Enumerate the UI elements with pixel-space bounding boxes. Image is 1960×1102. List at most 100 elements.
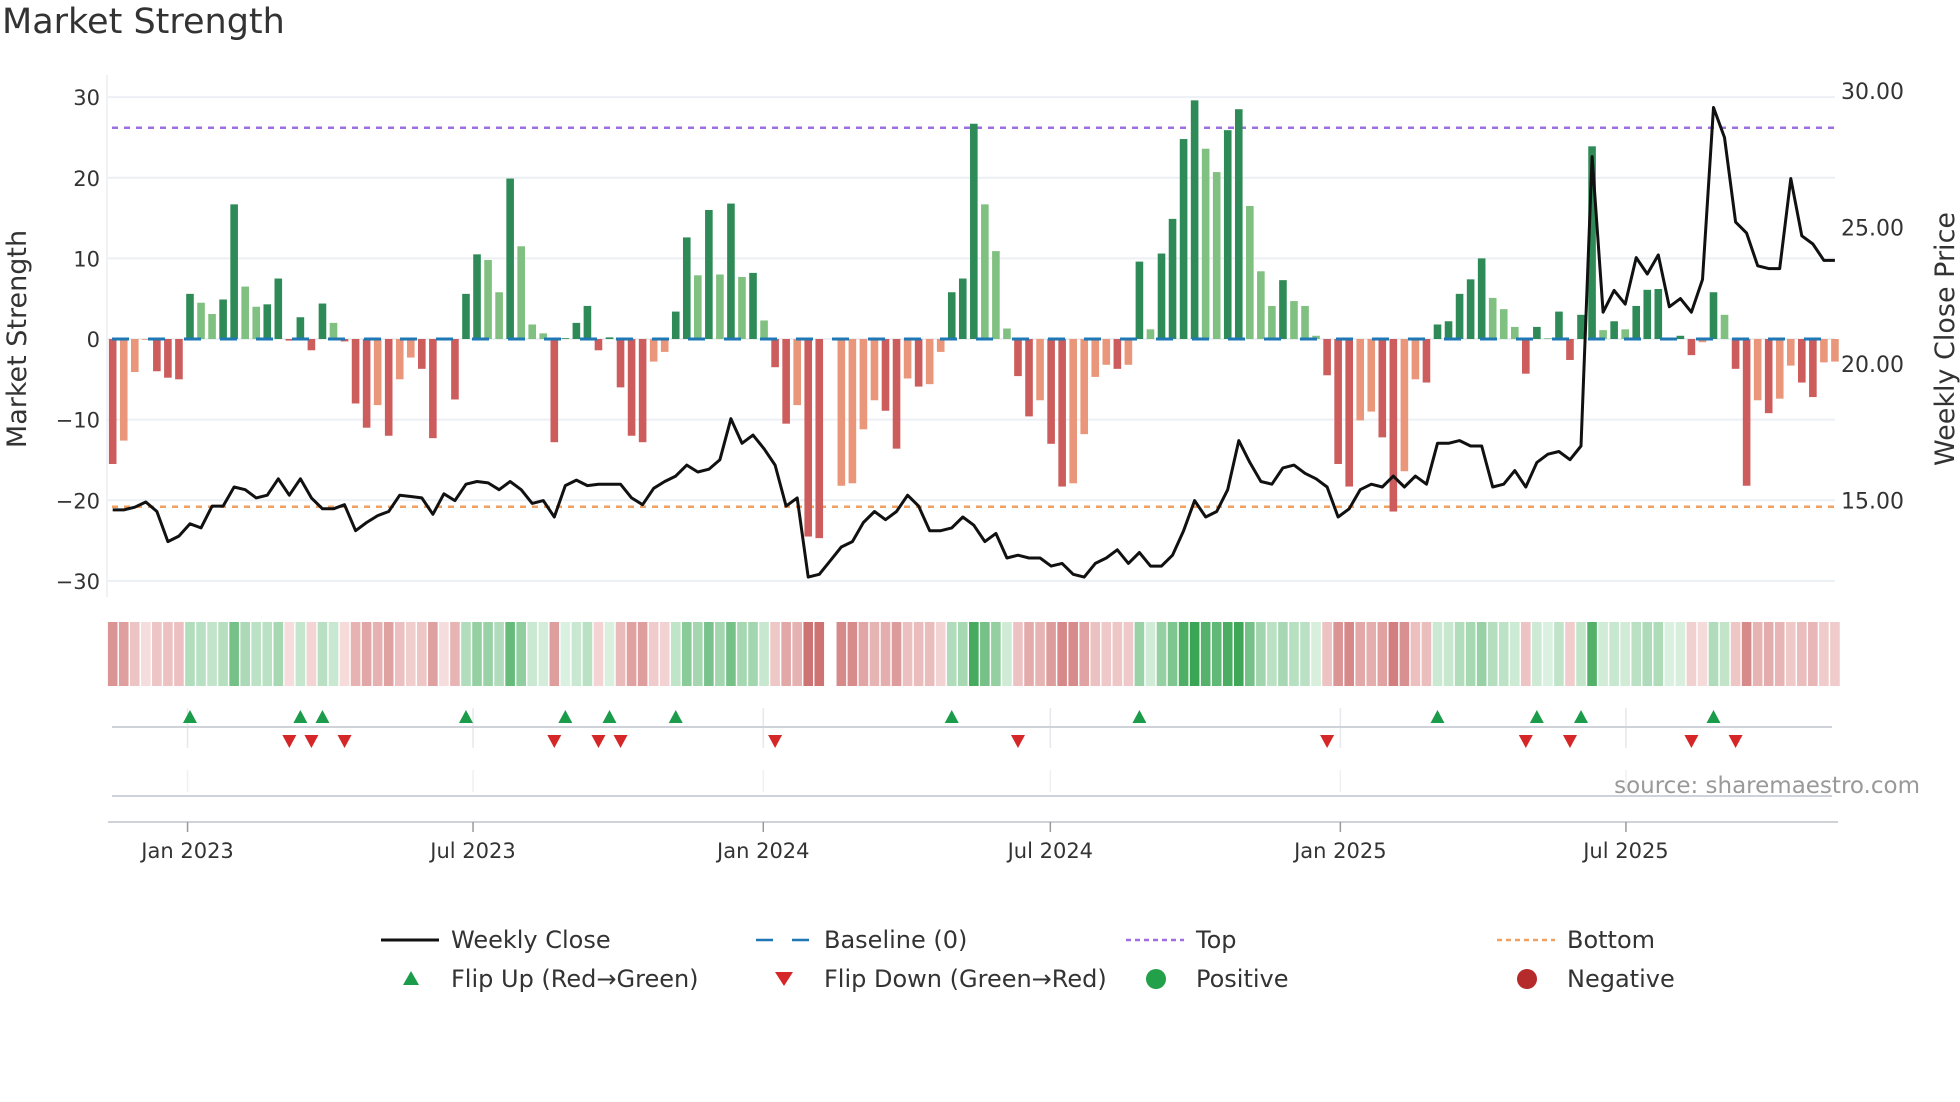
strength-bar [1367,339,1376,412]
strength-bar [119,339,128,441]
strength-bar [716,274,724,339]
y-tick-label: 10 [73,247,100,271]
strength-bar [208,314,216,339]
strength-strip-cell [1752,622,1763,686]
strength-bar [1643,289,1652,339]
bottom-swatch-icon [1497,938,1555,942]
strength-strip-cell [1697,622,1708,686]
strength-bar [362,339,371,428]
strength-bar [1809,339,1817,398]
strength-strip-cell [935,622,946,686]
flip-up-marker [558,710,573,723]
strength-bar [1025,339,1033,417]
strength-bar [451,339,459,400]
strength-bar [738,276,746,339]
strength-bar [605,337,614,339]
strength-strip-cell [1432,622,1443,686]
strength-strip-cell [383,622,394,686]
flip-down-marker [1562,735,1577,748]
strength-bar [1466,279,1475,339]
strength-bar [1223,130,1232,339]
strength-bar [230,204,238,339]
strength-strip-cell [1046,622,1056,686]
strength-strip-cell [1808,622,1818,686]
strength-strip-cell [372,622,383,686]
strength-strip-cell [1554,622,1564,686]
legend-label: Baseline (0) [824,926,968,954]
strength-bar [1124,339,1133,365]
strength-strip-cell [1256,622,1266,686]
strength-strip-cell [516,622,526,686]
strength-strip-cell [604,622,615,686]
flip-up-swatch-icon [403,971,419,985]
strength-strip-cell [1476,622,1487,686]
legend-label: Top [1196,926,1237,954]
legend-label: Flip Up (Red→Green) [451,965,699,993]
strength-bar [1301,305,1309,339]
strength-strip-cell [1741,622,1752,686]
strength-strip-cell [637,622,648,686]
y-tick-label: 30 [73,86,100,110]
strength-bar [1786,339,1795,366]
strength-strip-cell [361,622,372,686]
strength-strip-cell [129,622,140,686]
strength-bar [1654,289,1663,339]
flip-down-marker [337,735,352,748]
y-tick-label: 20 [73,167,100,191]
strength-bar [1047,339,1055,444]
strength-strip-cell [505,622,515,686]
strength-bar [970,123,978,339]
strength-bar [815,339,824,539]
y-right-tick-label: 25.00 [1841,217,1904,242]
strength-strip-cell [924,622,935,686]
strength-bar [1356,339,1365,421]
strength-bar [1234,109,1243,339]
flip-down-marker [1010,735,1025,748]
legend-label: Positive [1196,965,1289,993]
strength-strip-cell [1233,622,1244,686]
strength-bar [727,203,735,339]
strength-bar [682,237,691,339]
strength-bar [318,303,327,339]
strength-bar [981,204,989,339]
flip-down-marker [591,735,606,748]
strength-bar [153,339,161,372]
strength-bar [1268,305,1276,339]
strength-strip-cell [1134,622,1145,686]
strength-bar [782,339,790,424]
strength-bar [1687,339,1696,356]
strength-strip-cell [1278,622,1288,686]
strength-bar [1798,339,1806,383]
strength-strip-cell [262,622,273,686]
strength-bar [594,339,603,351]
strength-bar [186,293,194,339]
strength-strip-cell [1620,622,1630,686]
strength-bar [1632,305,1641,339]
legend-label: Bottom [1567,926,1656,954]
strength-bar [296,317,305,339]
strength-strip-cell [1090,622,1101,686]
strength-strip-cell [405,622,416,686]
strength-strip-cell [483,622,493,686]
strength-strip-cell [1443,622,1454,686]
strength-bar [892,339,901,449]
strength-bar [947,292,956,339]
strength-strip-cell [284,622,295,686]
strength-strip-cell [1399,622,1410,686]
strength-strip-cell [803,622,814,686]
strength-bar [1135,261,1144,339]
legend-label: Flip Down (Green→Red) [824,965,1107,993]
strength-bar [429,339,437,439]
strength-strip-cell [141,622,151,686]
flip-up-marker [458,710,473,723]
strength-strip-cell [1145,622,1156,686]
strength-strip-cell [770,622,780,686]
strength-strip-cell [1101,622,1112,686]
strength-strip-cell [1300,622,1310,686]
strength-strip-cell [704,622,714,686]
flip-up-marker [602,710,617,723]
strength-bar [329,322,338,339]
strength-bar [1775,339,1784,399]
strength-strip-cell [1024,622,1034,686]
strength-strip-cell [670,622,681,686]
